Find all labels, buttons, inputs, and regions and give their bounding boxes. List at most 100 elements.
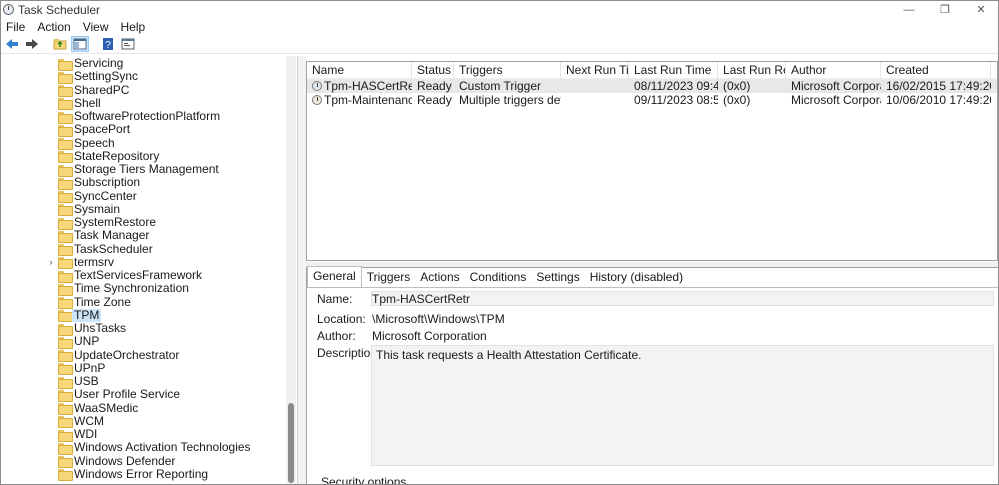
folder-icon bbox=[58, 323, 73, 336]
tree-item-label: Windows Error Reporting bbox=[74, 466, 209, 481]
title-bar: Task Scheduler — ❐ ✕ bbox=[0, 0, 999, 19]
location-label: Location: bbox=[317, 312, 366, 326]
tree-scrollbar-thumb[interactable] bbox=[288, 403, 294, 483]
tree-item[interactable]: › termsrv bbox=[0, 255, 286, 270]
task-triggers: Multiple triggers defined bbox=[459, 93, 561, 107]
folder-icon bbox=[58, 98, 73, 111]
up-folder-icon[interactable] bbox=[51, 36, 69, 52]
tree-item[interactable]: SyncCenter bbox=[0, 189, 286, 204]
task-last-run: 08/11/2023 09:44:27 bbox=[634, 79, 718, 93]
folder-icon bbox=[58, 58, 73, 71]
tree-item[interactable]: UNP bbox=[0, 334, 286, 349]
menu-view[interactable]: View bbox=[77, 20, 115, 34]
menu-help[interactable]: Help bbox=[115, 20, 152, 34]
tree-item[interactable]: SharedPC bbox=[0, 83, 286, 98]
tree-item[interactable]: Task Manager bbox=[0, 229, 286, 243]
tree-item[interactable]: User Profile Service bbox=[0, 388, 286, 402]
close-button[interactable]: ✕ bbox=[963, 0, 999, 19]
column-header-status[interactable]: Status bbox=[412, 61, 454, 79]
tree-item[interactable]: UpdateOrchestrator bbox=[0, 348, 286, 363]
help-icon[interactable]: ? bbox=[99, 36, 117, 52]
back-arrow-icon[interactable] bbox=[3, 36, 21, 52]
tree-item[interactable]: Time Synchronization bbox=[0, 282, 286, 296]
folder-icon bbox=[58, 270, 73, 283]
tree-item-label: TextServicesFramework bbox=[74, 268, 203, 283]
column-header-author[interactable]: Author bbox=[786, 61, 881, 79]
tree-item-label: UNP bbox=[74, 334, 100, 349]
tree-item[interactable]: Windows Error Reporting bbox=[0, 466, 286, 482]
tree-item[interactable]: Windows Defender bbox=[0, 454, 286, 469]
column-header-triggers[interactable]: Triggers bbox=[454, 61, 561, 79]
author-value: Microsoft Corporation bbox=[372, 329, 487, 343]
task-row[interactable]: Tpm-HASCertRetr Ready Custom Trigger 08/… bbox=[307, 79, 997, 93]
task-details-pane: General Triggers Actions Conditions Sett… bbox=[306, 266, 999, 485]
task-name: Tpm-Maintenance bbox=[324, 93, 412, 107]
tab-general[interactable]: General bbox=[307, 266, 362, 287]
tree-item[interactable]: StateRepository bbox=[0, 148, 286, 164]
task-triggers: Custom Trigger bbox=[459, 79, 542, 93]
tree-item-label: SettingSync bbox=[74, 69, 139, 84]
tree-item[interactable]: Sysmain bbox=[0, 202, 286, 217]
folder-icon bbox=[58, 217, 73, 230]
tree-item[interactable]: SoftwareProtectionPlatform bbox=[0, 110, 286, 124]
menu-action[interactable]: Action bbox=[31, 20, 76, 34]
tree-item[interactable]: Subscription bbox=[0, 176, 286, 190]
column-header-last-run-time[interactable]: Last Run Time bbox=[629, 61, 718, 79]
show-hide-tree-icon[interactable] bbox=[71, 35, 89, 52]
tree-item[interactable]: Speech bbox=[0, 136, 286, 151]
column-header-next-run-time[interactable]: Next Run Time bbox=[561, 61, 629, 79]
svg-text:?: ? bbox=[105, 40, 111, 50]
tree-item[interactable]: SpacePort bbox=[0, 122, 286, 137]
tree-item-label: Windows Activation Technologies bbox=[74, 440, 251, 455]
tree-item[interactable]: WDI bbox=[0, 428, 286, 442]
folder-icon bbox=[58, 111, 73, 124]
task-name-cell: Tpm-Maintenance bbox=[307, 93, 412, 107]
forward-arrow-icon[interactable] bbox=[23, 36, 41, 52]
tab-conditions[interactable]: Conditions bbox=[465, 268, 532, 287]
tree-item[interactable]: TaskScheduler bbox=[0, 242, 286, 257]
tree-item[interactable]: Windows Activation Technologies bbox=[0, 440, 286, 455]
tree-item[interactable]: Shell bbox=[0, 96, 286, 111]
folder-icon bbox=[58, 376, 73, 389]
column-header-created[interactable]: Created bbox=[881, 61, 991, 79]
tree-scrollbar[interactable] bbox=[286, 56, 296, 485]
column-header-name[interactable]: Name bbox=[307, 61, 412, 79]
folder-icon bbox=[58, 469, 73, 482]
folder-icon bbox=[58, 363, 73, 376]
tree-item[interactable]: WCM bbox=[0, 414, 286, 429]
tree-item[interactable]: UPnP bbox=[0, 360, 286, 376]
tab-history[interactable]: History (disabled) bbox=[585, 268, 688, 287]
menu-file[interactable]: File bbox=[0, 20, 31, 34]
tab-settings[interactable]: Settings bbox=[531, 268, 584, 287]
tree-item-label: SpacePort bbox=[74, 122, 131, 137]
task-row[interactable]: Tpm-Maintenance Ready Multiple triggers … bbox=[307, 93, 997, 107]
tree-item-label: StateRepository bbox=[74, 148, 160, 163]
tree-item[interactable]: SettingSync bbox=[0, 69, 286, 84]
description-field[interactable]: This task requests a Health Attestation … bbox=[371, 345, 994, 466]
tree-item[interactable]: Storage Tiers Management bbox=[0, 163, 286, 177]
tree-item-label: TPM bbox=[72, 307, 102, 322]
tree-item-label: UPnP bbox=[74, 360, 106, 375]
pane-splitter[interactable] bbox=[298, 56, 306, 485]
tree-item[interactable]: TPM bbox=[0, 307, 286, 323]
expand-chevron-icon[interactable]: › bbox=[47, 256, 55, 269]
tree-item[interactable]: WaaSMedic bbox=[0, 401, 286, 416]
tab-actions[interactable]: Actions bbox=[415, 268, 464, 287]
restore-button[interactable]: ❐ bbox=[927, 0, 963, 19]
tree-item[interactable]: Time Zone bbox=[0, 295, 286, 310]
task-clock-icon bbox=[312, 81, 322, 91]
tab-triggers[interactable]: Triggers bbox=[362, 268, 416, 287]
properties-icon[interactable] bbox=[119, 36, 137, 52]
tree-item[interactable]: Servicing bbox=[0, 57, 286, 71]
folder-icon bbox=[58, 350, 73, 363]
column-header-last-run-result[interactable]: Last Run Result bbox=[718, 61, 786, 79]
tree-item-label: UhsTasks bbox=[74, 321, 127, 336]
tree-item[interactable]: USB bbox=[0, 375, 286, 389]
task-last-result: (0x0) bbox=[723, 93, 751, 107]
minimize-button[interactable]: — bbox=[891, 0, 927, 19]
tree-item-label: SystemRestore bbox=[74, 215, 157, 230]
tree-item[interactable]: SystemRestore bbox=[0, 215, 286, 230]
tree-item[interactable]: UhsTasks bbox=[0, 321, 286, 336]
tree-item[interactable]: TextServicesFramework bbox=[0, 268, 286, 283]
security-options-caption: Security options bbox=[321, 475, 407, 485]
